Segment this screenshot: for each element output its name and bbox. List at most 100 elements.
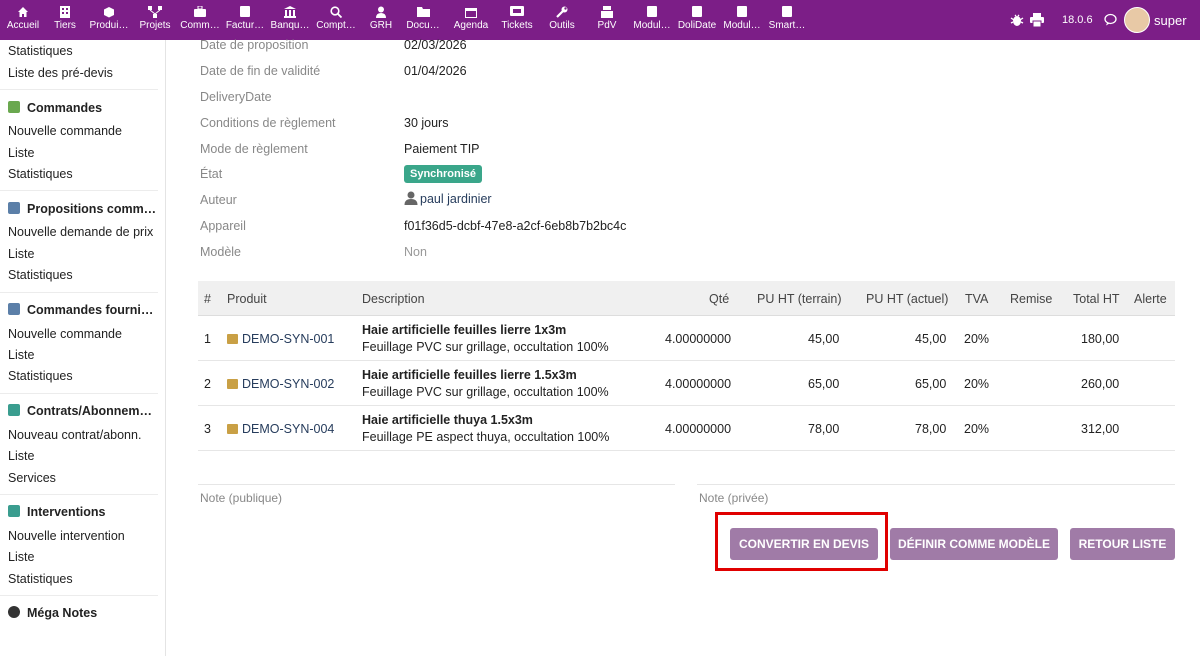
sidebar-link-statistiques[interactable]: Statistiques <box>8 369 73 383</box>
field-label-delivery-date: DeliveryDate <box>200 90 272 104</box>
line-title: Haie artificielle feuilles lierre 1.5x3m <box>362 368 577 382</box>
product-icon <box>227 424 238 434</box>
cash-register-icon <box>584 0 630 20</box>
sidebar-link-liste[interactable]: Liste <box>8 348 34 362</box>
product-link[interactable]: DEMO-SYN-004 <box>227 422 334 436</box>
product-ref: DEMO-SYN-002 <box>242 377 335 391</box>
sidebar-link-liste[interactable]: Liste <box>8 247 34 261</box>
menu-label: Banqu… <box>270 20 310 31</box>
menu-label: Outils <box>549 20 575 31</box>
field-value-conditions-reglement: 30 jours <box>404 116 449 130</box>
table-row[interactable]: 2 DEMO-SYN-002 Haie artificielle feuille… <box>198 361 1175 406</box>
menu-item-pdv[interactable]: PdV <box>584 0 630 40</box>
menu-item-agenda[interactable]: Agenda <box>448 0 494 40</box>
sidebar-section-label: Commandes fournis… <box>27 303 158 317</box>
left-sidebar: Statistiques Liste des pré-devis Command… <box>0 40 166 656</box>
sidebar-section-interventions[interactable]: Interventions <box>8 505 158 519</box>
set-as-template-button[interactable]: DÉFINIR COMME MODÈLE <box>890 528 1058 560</box>
line-pu-actuel: 65,00 <box>915 377 947 391</box>
status-badge: Synchronisé <box>404 165 483 183</box>
notes-icon <box>8 606 20 618</box>
product-link[interactable]: DEMO-SYN-001 <box>227 332 334 346</box>
sidebar-link-statistiques[interactable]: Statistiques <box>8 44 73 58</box>
module-icon <box>629 0 675 20</box>
menu-item-accueil[interactable]: Accueil <box>0 0 46 40</box>
sidebar-link-statistiques[interactable]: Statistiques <box>8 268 73 282</box>
author-link[interactable]: paul jardinier <box>404 191 492 206</box>
column-header-tva: TVA <box>965 292 989 306</box>
bug-icon[interactable] <box>1010 13 1024 32</box>
field-label-date-fin-validite: Date de fin de validité <box>200 64 321 78</box>
top-menu-bar: Accueil Tiers Produi… Projets Comm… Fact… <box>0 0 1200 40</box>
sidebar-link-liste[interactable]: Liste <box>8 550 34 564</box>
menu-item-module-2[interactable]: Modul… <box>719 0 765 40</box>
line-pu-terrain: 65,00 <box>808 377 840 391</box>
menu-item-projets[interactable]: Projets <box>132 0 178 40</box>
note-public-label[interactable]: Note (publique) <box>200 491 282 505</box>
menu-label: Modul… <box>723 20 761 31</box>
sidebar-link-nouvelle-demande-prix[interactable]: Nouvelle demande de prix <box>8 225 153 239</box>
intervention-icon <box>8 505 20 517</box>
sidebar-link-nouvelle-intervention[interactable]: Nouvelle intervention <box>8 529 125 543</box>
menu-item-tickets[interactable]: Tickets <box>494 0 540 40</box>
user-name[interactable]: super <box>1154 13 1187 28</box>
sidebar-section-commandes[interactable]: Commandes <box>8 101 158 115</box>
sidebar-link-liste[interactable]: Liste <box>8 146 34 160</box>
menu-label: PdV <box>597 20 617 31</box>
sidebar-section-mega-notes[interactable]: Méga Notes <box>8 606 158 620</box>
menu-item-commercial[interactable]: Comm… <box>177 0 223 40</box>
convert-to-quote-button[interactable]: CONVERTIR EN DEVIS <box>730 528 878 560</box>
sidebar-link-liste-pre-devis[interactable]: Liste des pré-devis <box>8 66 113 80</box>
table-row[interactable]: 1 DEMO-SYN-001 Haie artificielle feuille… <box>198 316 1175 361</box>
menu-item-compta[interactable]: Compt… <box>313 0 359 40</box>
menu-item-produits[interactable]: Produi… <box>86 0 132 40</box>
menu-label: Accueil <box>6 20 40 31</box>
sidebar-link-nouvelle-commande[interactable]: Nouvelle commande <box>8 124 122 138</box>
sidebar-link-statistiques[interactable]: Statistiques <box>8 572 73 586</box>
sidebar-link-nouveau-contrat[interactable]: Nouveau contrat/abonn. <box>8 428 141 442</box>
menu-label: Docu… <box>406 20 440 31</box>
back-to-list-button[interactable]: RETOUR LISTE <box>1070 528 1175 560</box>
line-tva: 20% <box>964 332 990 346</box>
table-row[interactable]: 3 DEMO-SYN-004 Haie artificielle thuya 1… <box>198 406 1175 451</box>
sidebar-section-propositions[interactable]: Propositions comm… <box>8 202 158 216</box>
print-icon[interactable] <box>1030 13 1044 32</box>
field-value-mode-reglement: Paiement TIP <box>404 142 480 156</box>
menu-item-dolidate[interactable]: DoliDate <box>674 0 720 40</box>
menu-label: Factur… <box>225 20 265 31</box>
version-label: 18.0.6 <box>1062 14 1093 26</box>
menu-item-documents[interactable]: Docu… <box>400 0 446 40</box>
menu-label: Smart… <box>768 20 806 31</box>
sidebar-divider <box>0 190 158 191</box>
menu-item-grh[interactable]: GRH <box>358 0 404 40</box>
menu-item-facturation[interactable]: Factur… <box>222 0 268 40</box>
sidebar-link-statistiques[interactable]: Statistiques <box>8 167 73 181</box>
sidebar-link-services[interactable]: Services <box>8 471 56 485</box>
order-icon <box>8 101 20 113</box>
folder-icon <box>400 0 446 20</box>
sidebar-section-commandes-fournisseurs[interactable]: Commandes fournis… <box>8 303 158 317</box>
menu-item-outils[interactable]: Outils <box>539 0 585 40</box>
menu-label: Agenda <box>453 20 489 31</box>
menu-item-banque[interactable]: Banqu… <box>267 0 313 40</box>
sidebar-link-liste[interactable]: Liste <box>8 449 34 463</box>
invoice-icon <box>222 0 268 20</box>
line-pu-terrain: 78,00 <box>808 422 840 436</box>
menu-item-module-1[interactable]: Modul… <box>629 0 675 40</box>
sidebar-divider <box>0 292 158 293</box>
note-private-label[interactable]: Note (privée) <box>699 491 768 505</box>
column-header-pu-terrain: PU HT (terrain) <box>757 292 842 306</box>
line-description: Feuillage PE aspect thuya, occultation 1… <box>362 430 610 444</box>
sidebar-section-contrats[interactable]: Contrats/Abonneme… <box>8 404 158 418</box>
menu-label: Comm… <box>180 20 220 31</box>
chat-icon[interactable] <box>1104 13 1117 31</box>
field-value-modele: Non <box>404 245 427 259</box>
menu-item-smart[interactable]: Smart… <box>764 0 810 40</box>
home-icon <box>0 0 46 20</box>
menu-item-tiers[interactable]: Tiers <box>42 0 88 40</box>
sidebar-link-nouvelle-commande[interactable]: Nouvelle commande <box>8 327 122 341</box>
product-link[interactable]: DEMO-SYN-002 <box>227 377 334 391</box>
avatar[interactable] <box>1124 7 1150 33</box>
field-value-date-proposition: 02/03/2026 <box>404 38 467 52</box>
menu-label: GRH <box>369 20 393 31</box>
